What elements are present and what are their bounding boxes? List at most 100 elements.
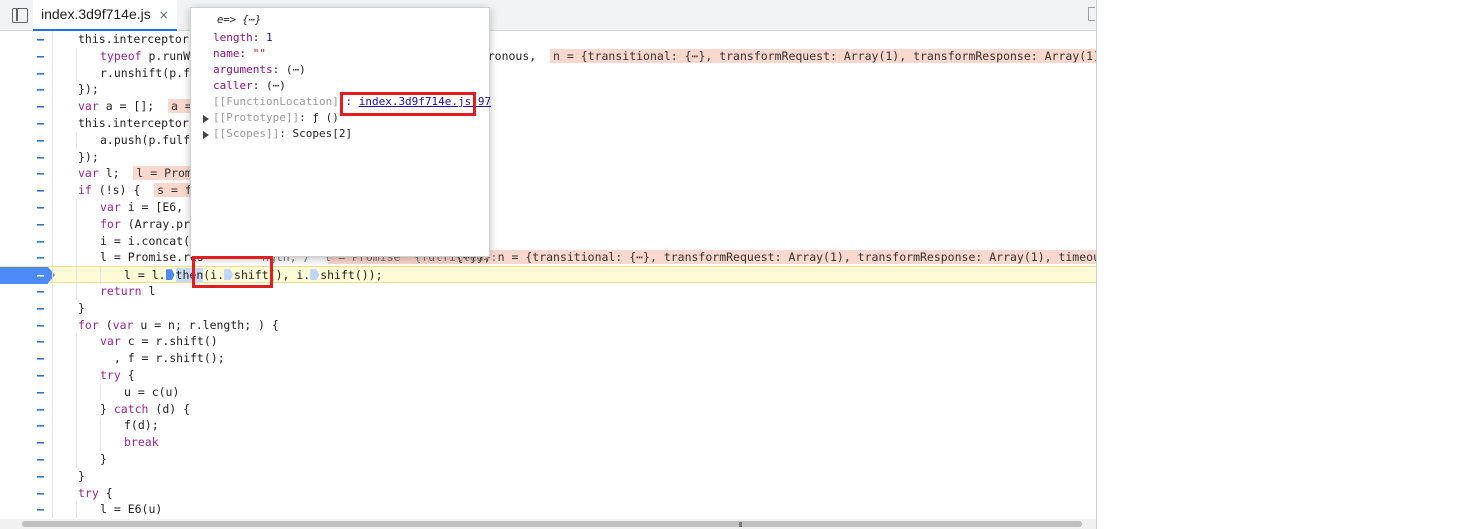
indent-guide bbox=[76, 267, 77, 285]
code-line[interactable]: – this.interceptors.r bbox=[0, 31, 1096, 48]
line-gutter[interactable]: – bbox=[0, 350, 48, 367]
code-line[interactable]: – if (!s) { s = fals bbox=[0, 182, 1096, 200]
code-line[interactable]: –} catch (d) { bbox=[0, 400, 1096, 418]
breakpoint-marker-icon[interactable] bbox=[310, 269, 320, 281]
line-gutter[interactable]: – bbox=[0, 149, 48, 166]
code-line[interactable]: –} bbox=[0, 467, 1096, 485]
code-line[interactable]: –} bbox=[0, 299, 1096, 317]
line-gutter[interactable]: – bbox=[0, 31, 48, 48]
code-line[interactable]: – var i = [E6, vo bbox=[0, 199, 1096, 216]
indent-guide bbox=[52, 98, 53, 116]
code-token: l bbox=[141, 284, 156, 298]
line-gutter[interactable]: – bbox=[0, 501, 48, 518]
line-gutter[interactable]: – bbox=[0, 65, 48, 82]
code-line[interactable]: – for (Array.prot bbox=[0, 215, 1096, 233]
indent-guide bbox=[52, 383, 53, 401]
code-line[interactable]: – var c = r.shift() bbox=[0, 333, 1096, 351]
line-gutter[interactable]: – bbox=[0, 199, 48, 216]
indent-guide bbox=[52, 417, 53, 435]
line-gutter[interactable]: – bbox=[0, 115, 48, 132]
code-editor[interactable]: –this.interceptors.r–typeof p.runWhe & p… bbox=[0, 31, 1096, 519]
code-line[interactable]: – a.push(p.fulfil bbox=[0, 131, 1096, 149]
indent-guide bbox=[76, 232, 77, 250]
code-line[interactable]: – l = E6(u) bbox=[0, 501, 1096, 519]
keyword-token: var bbox=[100, 200, 121, 214]
line-gutter[interactable]: – bbox=[0, 317, 48, 334]
line-gutter[interactable]: – bbox=[0, 233, 48, 250]
code-line[interactable]: – var l; l = Promise bbox=[0, 165, 1096, 183]
indent-guide bbox=[76, 383, 77, 401]
code-line[interactable]: –typeof p.runWhe & p.synchronous, n = {t… bbox=[0, 47, 1096, 65]
line-marker: – bbox=[37, 300, 44, 315]
code-line[interactable]: – r.unshift(p.ful bbox=[0, 64, 1096, 82]
line-gutter[interactable]: – bbox=[0, 249, 48, 266]
line-gutter[interactable]: – bbox=[0, 48, 48, 65]
line-gutter[interactable]: – bbox=[0, 367, 48, 384]
line-gutter[interactable]: – bbox=[0, 384, 48, 401]
line-gutter[interactable]: – bbox=[0, 283, 48, 300]
expand-triangle-icon[interactable] bbox=[203, 131, 209, 139]
code-line[interactable]: – return l bbox=[0, 283, 1096, 300]
line-gutter[interactable]: – bbox=[0, 165, 48, 182]
line-marker: – bbox=[37, 250, 44, 265]
popover-property-row: arguments: (⋯) bbox=[213, 62, 306, 78]
sidebar-toggle-icon[interactable] bbox=[12, 8, 28, 23]
indent-guide bbox=[100, 383, 101, 401]
indent-guide bbox=[76, 283, 77, 300]
line-gutter[interactable]: – bbox=[0, 132, 48, 149]
tab-source-file[interactable]: index.3d9f714e.js × bbox=[33, 0, 177, 31]
code-line[interactable]: – f(d); bbox=[0, 417, 1096, 435]
code-line[interactable]: – try { bbox=[0, 367, 1096, 384]
line-gutter[interactable]: – bbox=[0, 267, 55, 285]
current-execution-line[interactable]: – l = l. then(i. shift(), i. shift()); bbox=[0, 266, 1096, 285]
code-token: i. bbox=[289, 268, 311, 283]
code-line[interactable]: – break bbox=[0, 434, 1096, 452]
property-separator: : bbox=[252, 31, 266, 44]
line-gutter[interactable]: – bbox=[0, 300, 48, 317]
panel-toggle-icon[interactable] bbox=[1088, 7, 1095, 21]
code-line[interactable]: –}); bbox=[0, 81, 1096, 99]
popover-property-row[interactable]: [[Prototype]]: ƒ () bbox=[203, 110, 339, 126]
line-gutter[interactable]: – bbox=[0, 401, 48, 418]
line-gutter[interactable]: – bbox=[0, 182, 48, 199]
code-line[interactable]: –} bbox=[0, 451, 1096, 468]
line-gutter[interactable]: – bbox=[0, 333, 48, 350]
horizontal-scrollbar[interactable] bbox=[0, 519, 1096, 529]
line-gutter[interactable]: – bbox=[0, 468, 48, 485]
keyword-token: var bbox=[112, 317, 134, 332]
code-line[interactable]: – i = i.concat(a) bbox=[0, 232, 1096, 250]
code-line[interactable]: –var a = []; a = (2 bbox=[0, 98, 1096, 116]
indent-guide bbox=[76, 131, 77, 149]
code-token: shift()); bbox=[320, 268, 383, 283]
code-token: , f = r.shift(); bbox=[100, 351, 225, 366]
code-line[interactable]: – u = c(u) bbox=[0, 383, 1096, 401]
code-line[interactable]: – l = Promise.res {⋯}}, n = {transitional… bbox=[0, 249, 1096, 267]
line-gutter[interactable]: – bbox=[0, 98, 48, 115]
indent-guide bbox=[76, 501, 77, 519]
line-gutter[interactable]: – bbox=[0, 451, 48, 468]
scrollbar-thumb[interactable] bbox=[22, 521, 1082, 527]
line-gutter[interactable]: – bbox=[0, 417, 48, 434]
popover-title: e=> {⋯} bbox=[217, 14, 262, 26]
code-line[interactable]: – , f = r.shift(); bbox=[0, 350, 1096, 368]
line-gutter[interactable]: – bbox=[0, 485, 48, 502]
code-line[interactable]: – try { bbox=[0, 484, 1096, 502]
popover-property-row: name: "" bbox=[213, 46, 266, 62]
code-line[interactable]: –}); bbox=[0, 148, 1096, 166]
popover-property-row[interactable]: [[Scopes]]: Scopes[2] bbox=[203, 126, 352, 142]
property-key: name bbox=[213, 47, 240, 60]
code-token: c = r.shift() bbox=[120, 334, 218, 349]
close-icon[interactable]: × bbox=[159, 8, 169, 22]
code-token: (d) { bbox=[148, 401, 191, 416]
code-text: for (Array.prot bbox=[100, 216, 204, 233]
expand-triangle-icon[interactable] bbox=[203, 115, 209, 123]
line-gutter[interactable]: – bbox=[0, 216, 48, 233]
code-line[interactable]: – this.interceptors.r bbox=[0, 115, 1096, 132]
keyword-token: try bbox=[100, 368, 121, 382]
indent-guide bbox=[52, 131, 53, 149]
line-gutter[interactable]: – bbox=[0, 434, 48, 451]
line-gutter[interactable]: – bbox=[0, 81, 48, 98]
breakpoint-marker-icon[interactable] bbox=[165, 269, 175, 281]
code-line[interactable]: – for (var u = n; r.length; ) { bbox=[0, 316, 1096, 334]
indent-guide bbox=[52, 165, 53, 183]
